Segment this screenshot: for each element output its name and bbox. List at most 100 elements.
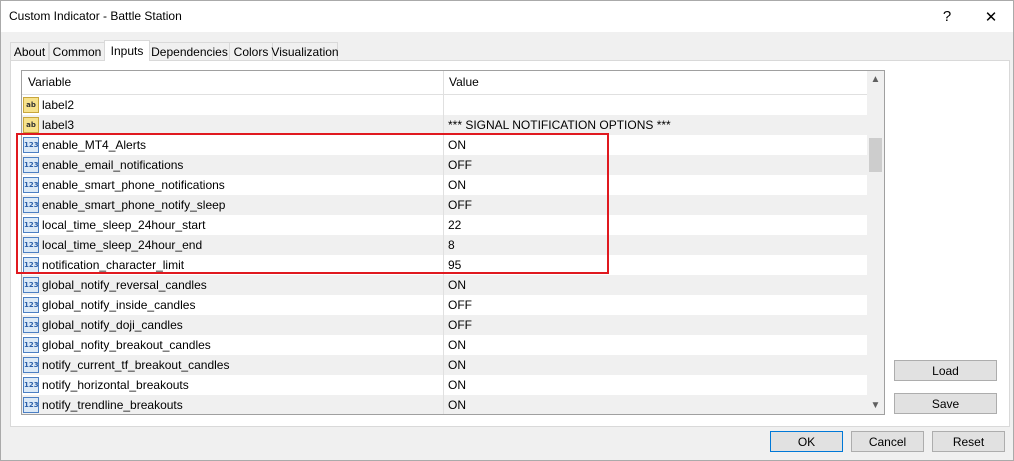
value-cell[interactable]: 8 — [444, 235, 867, 255]
value-cell[interactable]: ON — [444, 355, 867, 375]
dialog-window: Custom Indicator - Battle Station ? ✕ Ab… — [0, 0, 1014, 461]
value-cell[interactable]: ON — [444, 335, 867, 355]
variable-name: label2 — [42, 98, 75, 112]
table-row[interactable]: 123 enable_email_notifications OFF — [22, 155, 867, 175]
variable-cell[interactable]: ab label3 — [22, 115, 444, 135]
table-row[interactable]: ab label2 — [22, 95, 867, 115]
variable-cell[interactable]: 123 notify_trendline_breakouts — [22, 395, 444, 414]
tab-inputs[interactable]: Inputs — [104, 40, 150, 61]
value-cell[interactable]: OFF — [444, 155, 867, 175]
variable-name: global_nofity_breakout_candles — [42, 338, 211, 352]
string-type-icon: ab — [23, 97, 39, 113]
value-cell[interactable]: ON — [444, 375, 867, 395]
variable-cell[interactable]: 123 enable_MT4_Alerts — [22, 135, 444, 155]
table-row[interactable]: 123 local_time_sleep_24hour_start 22 — [22, 215, 867, 235]
variable-cell[interactable]: 123 global_nofity_breakout_candles — [22, 335, 444, 355]
variable-cell[interactable]: 123 global_notify_doji_candles — [22, 315, 444, 335]
table-row[interactable]: 123 enable_smart_phone_notifications ON — [22, 175, 867, 195]
variable-name: enable_MT4_Alerts — [42, 138, 147, 152]
value-cell[interactable]: ON — [444, 175, 867, 195]
table-row[interactable]: 123 global_notify_inside_candles OFF — [22, 295, 867, 315]
table-row[interactable]: 123 global_notify_doji_candles OFF — [22, 315, 867, 335]
column-header-value[interactable]: Value — [444, 71, 867, 94]
variable-name: local_time_sleep_24hour_start — [42, 218, 206, 232]
variable-cell[interactable]: 123 global_notify_inside_candles — [22, 295, 444, 315]
variable-cell[interactable]: 123 notify_current_tf_breakout_candles — [22, 355, 444, 375]
grid-rows: ab label2 ab label3 *** SIGNAL NOTIFICATION … — [22, 95, 867, 414]
variable-name: notification_character_limit — [42, 258, 185, 272]
close-icon: ✕ — [984, 8, 998, 26]
value-cell[interactable]: OFF — [444, 315, 867, 335]
variable-cell[interactable]: 123 local_time_sleep_24hour_start — [22, 215, 444, 235]
title-bar: Custom Indicator - Battle Station ? ✕ — [1, 1, 1013, 32]
numeric-type-icon: 123 — [23, 257, 39, 273]
ok-button[interactable]: OK — [770, 431, 843, 452]
scroll-up-icon[interactable]: ▲ — [867, 71, 884, 88]
table-row[interactable]: 123 enable_MT4_Alerts ON — [22, 135, 867, 155]
variable-cell[interactable]: 123 enable_smart_phone_notify_sleep — [22, 195, 444, 215]
variable-cell[interactable]: 123 global_notify_reversal_candles — [22, 275, 444, 295]
value-cell[interactable]: ON — [444, 135, 867, 155]
help-button[interactable]: ? — [925, 1, 969, 32]
reset-button[interactable]: Reset — [932, 431, 1005, 452]
scroll-down-icon[interactable]: ▼ — [867, 397, 884, 414]
table-row[interactable]: 123 notification_character_limit 95 — [22, 255, 867, 275]
value-cell[interactable] — [444, 95, 867, 115]
grid-header: Variable Value — [22, 71, 867, 95]
tab-colors[interactable]: Colors — [229, 42, 273, 60]
cancel-button[interactable]: Cancel — [851, 431, 924, 452]
load-button[interactable]: Load — [894, 360, 997, 381]
variable-name: notify_current_tf_breakout_candles — [42, 358, 230, 372]
value-cell[interactable]: *** SIGNAL NOTIFICATION OPTIONS *** — [444, 115, 867, 135]
variable-name: global_notify_inside_candles — [42, 298, 196, 312]
value-cell[interactable]: OFF — [444, 295, 867, 315]
scrollbar-thumb[interactable] — [869, 138, 882, 172]
numeric-type-icon: 123 — [23, 357, 39, 373]
column-header-variable[interactable]: Variable — [22, 71, 444, 94]
tab-visualization[interactable]: Visualization — [271, 42, 339, 60]
table-row[interactable]: 123 notify_current_tf_breakout_candles ON — [22, 355, 867, 375]
numeric-type-icon: 123 — [23, 217, 39, 233]
variable-name: global_notify_reversal_candles — [42, 278, 207, 292]
tab-dependencies[interactable]: Dependencies — [149, 42, 230, 60]
numeric-type-icon: 123 — [23, 277, 39, 293]
numeric-type-icon: 123 — [23, 377, 39, 393]
value-cell[interactable]: ON — [444, 395, 867, 414]
window-title: Custom Indicator - Battle Station — [9, 9, 182, 23]
save-button[interactable]: Save — [894, 393, 997, 414]
numeric-type-icon: 123 — [23, 317, 39, 333]
variable-name: local_time_sleep_24hour_end — [42, 238, 203, 252]
value-cell[interactable]: 22 — [444, 215, 867, 235]
value-cell[interactable]: ON — [444, 275, 867, 295]
close-button[interactable]: ✕ — [969, 1, 1013, 32]
variable-name: global_notify_doji_candles — [42, 318, 183, 332]
numeric-type-icon: 123 — [23, 157, 39, 173]
variable-cell[interactable]: ab label2 — [22, 95, 444, 115]
numeric-type-icon: 123 — [23, 297, 39, 313]
table-row[interactable]: 123 global_nofity_breakout_candles ON — [22, 335, 867, 355]
variable-cell[interactable]: 123 enable_smart_phone_notifications — [22, 175, 444, 195]
variable-cell[interactable]: 123 local_time_sleep_24hour_end — [22, 235, 444, 255]
vertical-scrollbar[interactable]: ▲ ▼ — [867, 71, 884, 414]
table-row[interactable]: 123 notify_horizontal_breakouts ON — [22, 375, 867, 395]
variable-name: notify_trendline_breakouts — [42, 398, 183, 412]
variable-cell[interactable]: 123 enable_email_notifications — [22, 155, 444, 175]
tab-about[interactable]: About — [10, 42, 49, 60]
variable-cell[interactable]: 123 notification_character_limit — [22, 255, 444, 275]
numeric-type-icon: 123 — [23, 177, 39, 193]
value-cell[interactable]: OFF — [444, 195, 867, 215]
table-row[interactable]: ab label3 *** SIGNAL NOTIFICATION OPTIONS … — [22, 115, 867, 135]
variable-cell[interactable]: 123 notify_horizontal_breakouts — [22, 375, 444, 395]
table-row[interactable]: 123 local_time_sleep_24hour_end 8 — [22, 235, 867, 255]
table-row[interactable]: 123 global_notify_reversal_candles ON — [22, 275, 867, 295]
value-cell[interactable]: 95 — [444, 255, 867, 275]
table-row[interactable]: 123 notify_trendline_breakouts ON — [22, 395, 867, 414]
inputs-grid: Variable Value ab label2 ab label3 *** SIGNA… — [21, 70, 885, 415]
help-icon: ? — [942, 8, 952, 25]
variable-name: notify_horizontal_breakouts — [42, 378, 189, 392]
numeric-type-icon: 123 — [23, 137, 39, 153]
tab-common[interactable]: Common — [49, 42, 105, 60]
numeric-type-icon: 123 — [23, 197, 39, 213]
table-row[interactable]: 123 enable_smart_phone_notify_sleep OFF — [22, 195, 867, 215]
variable-name: enable_email_notifications — [42, 158, 184, 172]
